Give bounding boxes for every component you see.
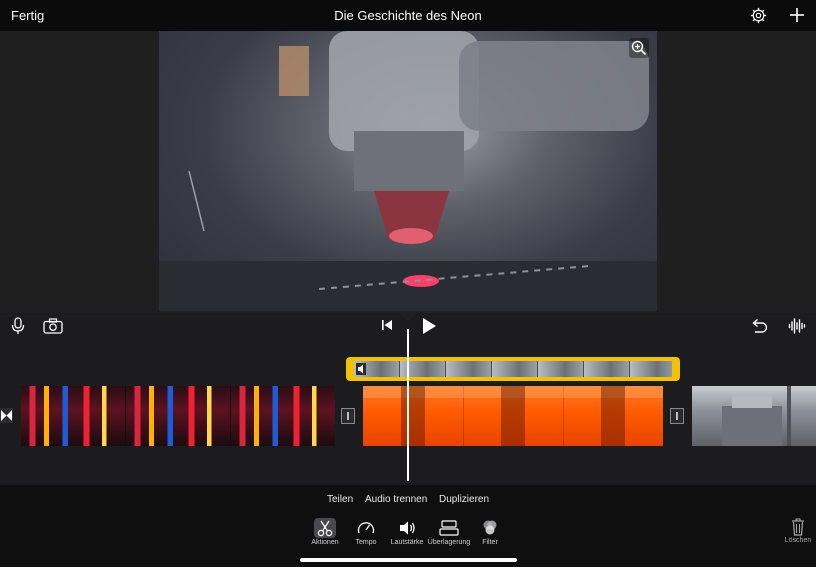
delete-label: Löschen (784, 537, 812, 544)
tool-filter-label: Filter (482, 539, 498, 546)
skip-to-start-icon[interactable] (381, 319, 393, 331)
playhead-line[interactable] (407, 329, 409, 481)
overlay-clip-frames (354, 361, 672, 377)
top-bar (0, 0, 816, 31)
clip-audio-icon (356, 363, 366, 375)
playhead-marker[interactable] (400, 313, 416, 322)
undo-icon[interactable] (751, 318, 768, 334)
start-transition-button[interactable] (0, 408, 13, 423)
plus-icon[interactable] (789, 7, 805, 23)
filter-circles-icon (483, 520, 497, 535)
audio-waveform-icon[interactable] (788, 317, 806, 335)
tool-filter[interactable]: Filter (460, 518, 520, 546)
delete-button[interactable]: Löschen (783, 518, 813, 544)
scissors-icon (314, 518, 336, 538)
transition-bar-icon (347, 412, 349, 420)
gear-icon[interactable] (750, 7, 767, 24)
transition-button[interactable] (341, 408, 355, 424)
bowtie-icon (1, 410, 12, 421)
detach-audio-button[interactable]: Audio trennen (365, 494, 427, 505)
video-clip-neon-city[interactable] (21, 386, 335, 446)
camera-icon[interactable] (43, 318, 63, 334)
video-preview[interactable] (159, 31, 657, 311)
trash-icon (792, 518, 804, 536)
preview-frame-image (159, 31, 657, 311)
split-button[interactable]: Teilen (327, 494, 353, 505)
overlay-icon (439, 520, 459, 536)
microphone-icon[interactable] (10, 317, 26, 335)
video-clip-machine[interactable] (692, 386, 816, 446)
speaker-icon (400, 521, 415, 535)
speedometer-icon (357, 522, 375, 534)
magnify-icon[interactable] (629, 38, 649, 58)
clip-thumbnail (722, 386, 791, 446)
play-icon[interactable] (421, 317, 437, 335)
transition-bar-icon (676, 412, 678, 420)
home-indicator[interactable] (300, 558, 517, 562)
done-button[interactable]: Fertig (11, 8, 44, 23)
transition-button[interactable] (670, 408, 684, 424)
duplicate-button[interactable]: Duplizieren (439, 494, 489, 505)
